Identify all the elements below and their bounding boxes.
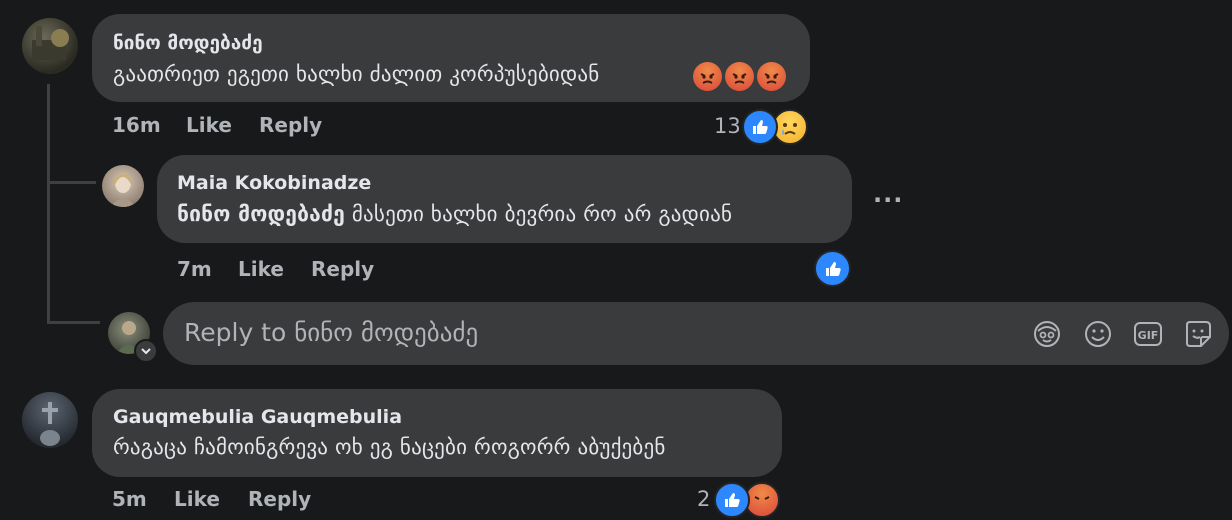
reply-button[interactable]: Reply [259,113,322,137]
angry-face-icon [725,62,754,91]
sticker-icon[interactable] [1181,317,1215,351]
comment-text-body: გაათრიეთ ეგეთი ხალხი ძალით კორპუსებიდან [113,62,600,86]
like-reaction-icon[interactable] [742,109,778,145]
more-options-button[interactable]: ... [873,180,903,208]
comment-text: ნინო მოდებაძე მასეთი ხალხი ბევრია რო არ … [177,202,732,226]
comment-timestamp[interactable]: 16m [112,113,161,137]
comment-text: გაათრიეთ ეგეთი ხალხი ძალით კორპუსებიდან [113,62,599,86]
comment-bubble [92,389,782,477]
thread-line [47,84,50,324]
reaction-count[interactable]: 13 [714,114,741,138]
comment-text-body: მასეთი ხალხი ბევრია რო არ გადიან [351,202,733,226]
angry-face-icon [693,62,722,91]
comment-author[interactable]: ნინო მოდებაძე [113,32,263,54]
like-button[interactable]: Like [174,487,220,511]
angry-face-icon [757,62,786,91]
like-reaction-icon[interactable] [814,250,851,287]
mention-link[interactable]: ნინო მოდებაძე [177,202,345,226]
thread-branch-2 [50,321,100,324]
comment-author[interactable]: Maia Kokobinadze [177,172,371,194]
avatar-sticker-icon[interactable] [1030,317,1064,351]
like-reaction-icon[interactable] [714,482,750,518]
reaction-count[interactable]: 2 [697,487,710,511]
avatar[interactable] [22,392,78,448]
reply-button[interactable]: Reply [248,487,311,511]
reply-button[interactable]: Reply [311,257,374,281]
comment-text: რაგაცა ჩამოინგრევა ოხ ეგ ნაცები როგორრ ა… [113,435,666,459]
comment-timestamp[interactable]: 5m [112,487,147,511]
comment-timestamp[interactable]: 7m [177,257,212,281]
like-button[interactable]: Like [186,113,232,137]
comment-author[interactable]: Gauqmebulia Gauqmebulia [113,406,402,428]
account-switch-chevron-icon[interactable] [134,339,158,363]
gif-icon[interactable]: GIF [1131,317,1165,351]
emoji-icon[interactable] [1081,317,1115,351]
reply-input-placeholder: Reply to ნინო მოდებაძე [184,318,479,347]
thread-branch-1 [50,181,96,184]
avatar[interactable] [22,18,78,74]
comment-bubble [157,155,852,243]
comment-text-body: რაგაცა ჩამოინგრევა ოხ ეგ ნაცები როგორრ ა… [113,435,666,459]
svg-text:GIF: GIF [1138,329,1159,342]
avatar[interactable] [102,165,144,207]
like-button[interactable]: Like [238,257,284,281]
